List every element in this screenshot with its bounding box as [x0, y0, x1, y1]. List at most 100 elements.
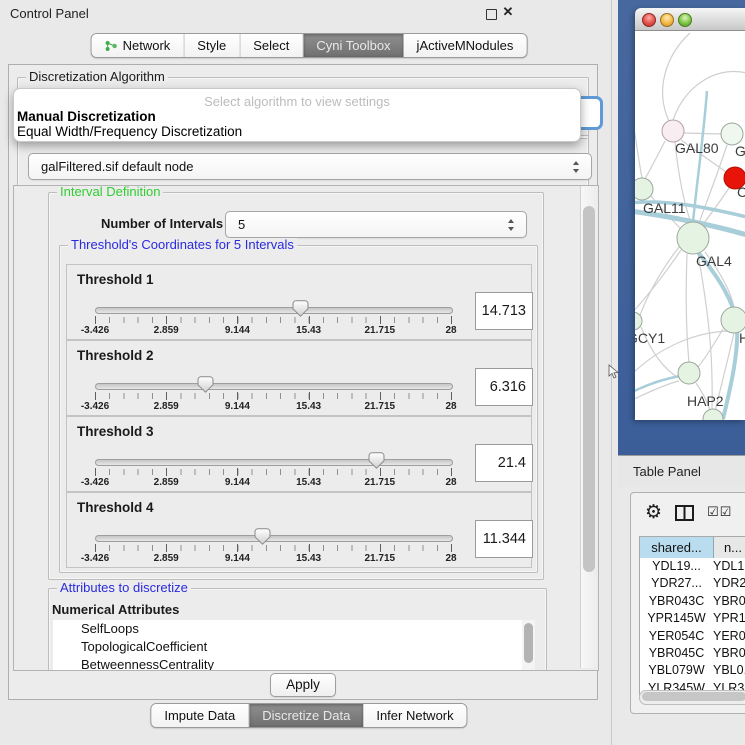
tab-impute-data[interactable]: Impute Data	[151, 704, 249, 727]
table-row[interactable]: YBL079WYBL0...	[640, 662, 745, 679]
threshold-slider-track[interactable]	[95, 383, 453, 390]
slider-tick-label: -3.426	[81, 553, 109, 564]
table-hscrollbar-thumb[interactable]	[642, 692, 745, 701]
cell-name[interactable]: YBL0...	[713, 662, 745, 679]
slider-major-tick	[166, 468, 167, 476]
threshold-value-field[interactable]: 14.713	[475, 292, 533, 330]
node-partial-top-right[interactable]	[721, 123, 743, 145]
cell-shared-name[interactable]: YDL19...	[640, 558, 713, 575]
cell-shared-name[interactable]: YBR045C	[640, 645, 713, 662]
threshold-slider-track[interactable]	[95, 459, 453, 466]
settings-vertical-scrollbar[interactable]	[580, 186, 598, 668]
table-row[interactable]: YPR145WYPR1...	[640, 610, 745, 627]
cell-name[interactable]: YDL1...	[713, 558, 745, 575]
node-label: GCY1	[635, 330, 665, 346]
numerical-attribute-item[interactable]: TopologicalCoefficient	[53, 638, 535, 656]
checkbox-icons[interactable]: ☑☑	[707, 505, 732, 520]
table-header: shared... n...	[640, 537, 745, 558]
slider-tick-label: 21.715	[365, 477, 396, 488]
slider-major-tick	[166, 316, 167, 324]
algorithm-option-equal-width[interactable]: Equal Width/Frequency Discretization	[17, 124, 242, 139]
threshold-panel: Threshold 1 -3.4262.8599.14415.4321.7152…	[66, 264, 532, 340]
tab-jactivemnodules[interactable]: jActiveMNodules	[404, 34, 527, 57]
cell-name[interactable]: YER0...	[713, 628, 745, 645]
cell-name[interactable]: YBR0...	[713, 593, 745, 610]
table-data-combobox[interactable]: galFiltered.sif default node	[28, 153, 592, 180]
cell-name[interactable]: YDR2...	[713, 575, 745, 592]
close-traffic-light-icon[interactable]	[642, 13, 656, 27]
tab-network[interactable]: Network	[92, 34, 185, 57]
slider-tick-label: 28	[445, 477, 456, 488]
algorithm-placeholder-option[interactable]: Select algorithm to view settings	[14, 94, 580, 109]
cyni-toolbox-panel: Discretization Algorithm Select algorith…	[8, 64, 598, 700]
slider-major-tick	[309, 392, 310, 400]
node-gal11[interactable]	[635, 178, 653, 200]
node-label: H	[739, 330, 745, 346]
split-panel-icon[interactable]	[675, 505, 694, 521]
settings-scrollbar-thumb[interactable]	[583, 206, 595, 572]
slider-major-tick	[95, 468, 96, 476]
slider-minor-ticks	[95, 469, 452, 475]
network-canvas[interactable]: GAL80 GA C GAL11 GAL4 GCY1 H HAP2	[635, 31, 745, 420]
slider-tick-label: 28	[445, 325, 456, 336]
slider-major-tick	[309, 544, 310, 552]
threshold-value-field[interactable]: 11.344	[475, 520, 533, 558]
threshold-slider-thumb[interactable]	[292, 300, 309, 317]
node-gal80[interactable]	[662, 120, 684, 142]
tab-select[interactable]: Select	[240, 34, 303, 57]
tab-infer-network[interactable]: Infer Network	[363, 704, 466, 727]
node-label: C	[737, 184, 745, 200]
node-partial-bottom[interactable]	[703, 409, 723, 420]
numerical-attribute-item[interactable]: BetweennessCentrality	[53, 656, 535, 671]
network-view-window[interactable]: GAL80 GA C GAL11 GAL4 GCY1 H HAP2	[635, 8, 745, 420]
cell-shared-name[interactable]: YBR043C	[640, 593, 713, 610]
cell-shared-name[interactable]: YDR27...	[640, 575, 713, 592]
threshold-label: Threshold 1	[77, 272, 154, 287]
threshold-slider-thumb[interactable]	[197, 376, 214, 393]
column-header-name[interactable]: n...	[714, 537, 745, 558]
node-gal4[interactable]	[677, 222, 709, 254]
tab-style[interactable]: Style	[184, 34, 240, 57]
cell-shared-name[interactable]: YPR145W	[640, 610, 713, 627]
cell-name[interactable]: YBR0...	[713, 645, 745, 662]
table-row[interactable]: YER054CYER0...	[640, 628, 745, 645]
threshold-slider-thumb[interactable]	[368, 452, 385, 469]
apply-button[interactable]: Apply	[270, 673, 336, 697]
slider-major-tick	[237, 544, 238, 552]
slider-major-tick	[380, 316, 381, 324]
threshold-slider-track[interactable]	[95, 535, 453, 542]
attributes-list-scrollbar-thumb[interactable]	[524, 623, 533, 663]
gear-icon[interactable]: ⚙	[645, 501, 662, 523]
threshold-slider-thumb[interactable]	[254, 528, 271, 545]
threshold-value-field[interactable]: 6.316	[475, 368, 533, 406]
zoom-traffic-light-icon[interactable]	[678, 13, 692, 27]
slider-tick-label: 2.859	[154, 477, 179, 488]
table-data-selected-value: galFiltered.sif default node	[41, 159, 193, 174]
algorithm-option-manual[interactable]: Manual Discretization	[17, 109, 156, 124]
cell-shared-name[interactable]: YER054C	[640, 628, 713, 645]
tab-cyni-toolbox[interactable]: Cyni Toolbox	[303, 34, 403, 57]
node-hap2[interactable]	[678, 362, 700, 384]
threshold-panel: Threshold 2 -3.4262.8599.14415.4321.7152…	[66, 340, 532, 416]
table-row[interactable]: YBR045CYBR0...	[640, 645, 745, 662]
table-horizontal-scrollbar[interactable]	[639, 690, 745, 705]
table-row[interactable]: YDL19...YDL1...	[640, 558, 745, 575]
table-row[interactable]: YDR27...YDR2...	[640, 575, 745, 592]
attributes-list-scrollbar[interactable]	[522, 620, 535, 671]
tab-discretize-data[interactable]: Discretize Data	[249, 704, 363, 727]
threshold-panel: Threshold 3 -3.4262.8599.14415.4321.7152…	[66, 416, 532, 492]
minimize-traffic-light-icon[interactable]	[660, 13, 674, 27]
cell-name[interactable]: YPR1...	[713, 610, 745, 627]
float-window-icon[interactable]	[486, 9, 497, 20]
tab-label: Cyni Toolbox	[316, 38, 390, 53]
close-icon[interactable]: ✕	[501, 4, 515, 20]
column-header-shared-name[interactable]: shared...	[640, 537, 714, 558]
top-tab-bar: NetworkStyleSelect Cyni Toolbox jActiveMNo…	[91, 33, 528, 58]
threshold-value-field[interactable]: 21.4	[475, 444, 533, 482]
numerical-attribute-item[interactable]: SelfLoops	[53, 620, 535, 638]
number-of-intervals-combobox[interactable]: 5	[225, 211, 527, 238]
cell-shared-name[interactable]: YBL079W	[640, 662, 713, 679]
number-of-intervals-label: Number of Intervals	[101, 216, 223, 231]
table-row[interactable]: YBR043CYBR0...	[640, 593, 745, 610]
threshold-slider-track[interactable]	[95, 307, 453, 314]
